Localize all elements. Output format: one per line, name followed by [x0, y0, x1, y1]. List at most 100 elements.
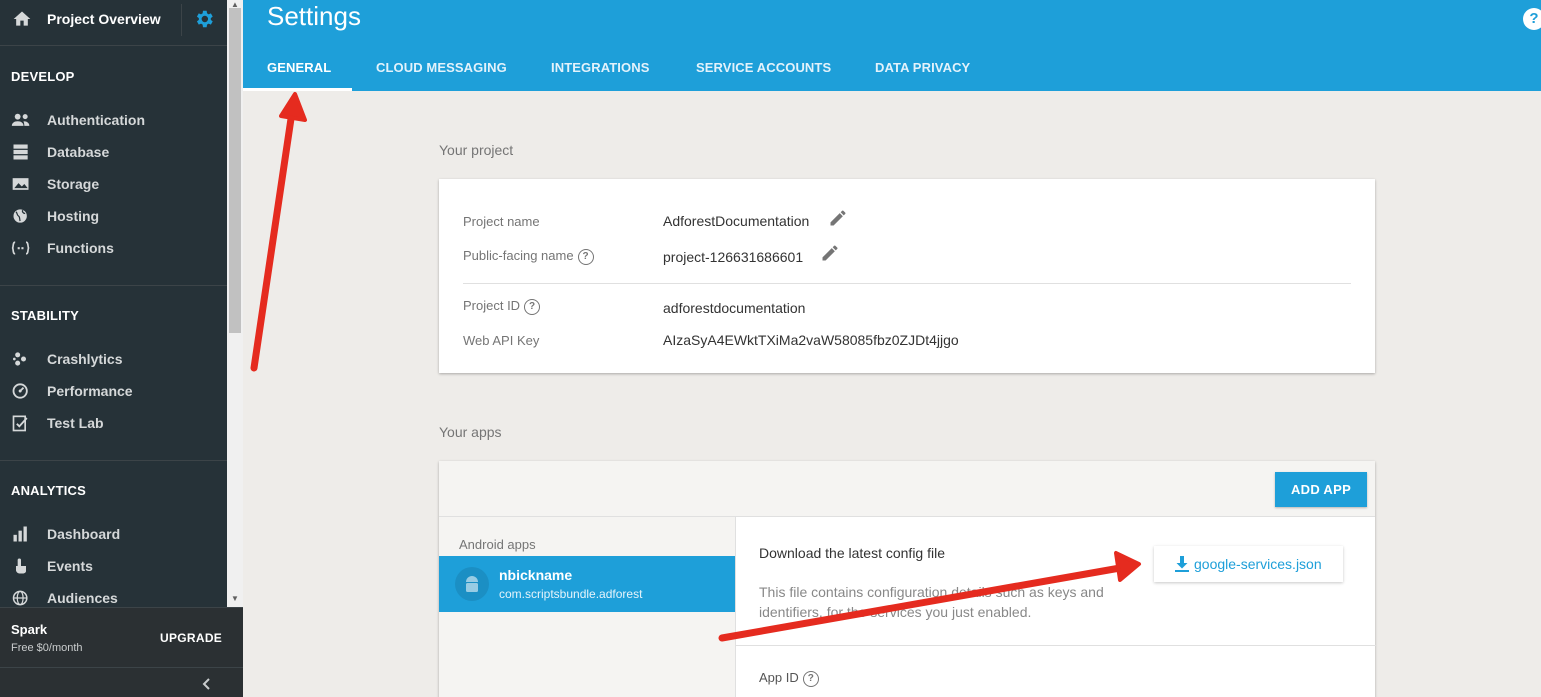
help-circle-icon[interactable]: ? [802, 670, 819, 687]
sidebar-item-test-lab[interactable]: Test Lab [0, 408, 227, 438]
sidebar-item-label: Storage [47, 176, 100, 192]
sidebar-scrollbar[interactable]: ▲ ▼ [227, 0, 243, 607]
section-heading-develop: DEVELOP [11, 69, 75, 84]
web-api-key-key: Web API Key [463, 333, 540, 348]
app-id-key: App ID? [759, 670, 819, 687]
divider [0, 285, 227, 286]
public-name-key-label: Public-facing name [463, 248, 574, 263]
project-id-value: adforestdocumentation [663, 300, 806, 316]
sidebar-item-label: Hosting [47, 208, 100, 224]
upgrade-button[interactable]: UPGRADE [160, 631, 222, 645]
project-name-key: Project name [463, 214, 540, 229]
your-apps-heading: Your apps [439, 424, 502, 440]
home-icon [13, 11, 31, 26]
functions-icon [11, 241, 30, 255]
globe-icon [13, 209, 27, 223]
scroll-down-icon[interactable]: ▼ [227, 594, 243, 604]
crashlytics-icon [13, 352, 26, 366]
divider [181, 4, 182, 36]
divider [0, 460, 227, 461]
sidebar-nav: Project Overview DEVELOP Authentication … [0, 0, 227, 607]
sidebar-item-hosting[interactable]: Hosting [0, 201, 227, 231]
download-description: This file contains configuration details… [759, 584, 1104, 620]
plan-panel: Spark Free $0/month UPGRADE [0, 607, 243, 667]
project-card: Project name AdforestDocumentation Publi… [439, 179, 1375, 373]
edit-icon[interactable] [828, 208, 848, 228]
section-heading-analytics: ANALYTICS [11, 483, 86, 498]
scrollbar-thumb[interactable] [229, 8, 241, 333]
people-icon [11, 113, 30, 126]
database-icon [13, 144, 28, 160]
android-apps-label: Android apps [459, 537, 536, 552]
download-config-button[interactable]: google-services.json [1154, 546, 1343, 582]
sidebar-item-audiences[interactable]: Audiences [0, 583, 227, 607]
section-heading-stability: STABILITY [11, 308, 79, 323]
divider [736, 645, 1376, 646]
tab-general[interactable]: GENERAL [267, 60, 331, 75]
sidebar-item-label: Functions [47, 240, 114, 256]
project-overview-label: Project Overview [47, 11, 161, 27]
sidebar-item-label: Events [47, 558, 93, 574]
annotation-arrow [250, 92, 307, 372]
plan-price: Free $0/month [11, 642, 83, 654]
page-title: Settings [267, 1, 361, 31]
sidebar-item-label: Database [47, 144, 110, 160]
gear-icon[interactable] [193, 8, 215, 30]
edit-icon[interactable] [820, 243, 840, 263]
download-title: Download the latest config file [759, 545, 945, 561]
list-item-selected-app[interactable]: nbickname com.scriptsbundle.adforest [439, 556, 735, 612]
sidebar-item-crashlytics[interactable]: Crashlytics [0, 344, 227, 374]
sidebar-item-authentication[interactable]: Authentication [0, 105, 227, 135]
your-project-heading: Your project [439, 142, 514, 158]
help-icon[interactable]: ? [1523, 8, 1541, 30]
apps-list: Android apps nbickname com.scriptsbundle… [439, 517, 735, 697]
touch-icon [16, 558, 26, 574]
speedometer-icon [12, 383, 28, 399]
sidebar-item-label: Audiences [47, 590, 118, 606]
add-app-button[interactable]: ADD APP [1275, 472, 1367, 507]
public-name-key: Public-facing name? [463, 248, 594, 265]
app-package: com.scriptsbundle.adforest [499, 587, 643, 601]
active-tab-indicator [243, 88, 352, 91]
sidebar-item-events[interactable]: Events [0, 551, 227, 581]
public-name-value: project-126631686601 [663, 249, 804, 265]
tab-cloud-messaging[interactable]: CLOUD MESSAGING [376, 60, 507, 75]
checklist-icon [12, 415, 28, 432]
apps-toolbar: ADD APP [439, 461, 1375, 517]
bar-chart-icon [13, 526, 27, 542]
download-icon [1175, 556, 1189, 572]
tab-integrations[interactable]: INTEGRATIONS [551, 60, 649, 75]
help-circle-icon[interactable]: ? [524, 298, 541, 315]
image-icon [12, 178, 29, 190]
sidebar-item-database[interactable]: Database [0, 137, 227, 167]
chevron-left-icon [202, 678, 210, 690]
tab-data-privacy[interactable]: DATA PRIVACY [875, 60, 970, 75]
apps-card: ADD APP Android apps nbickname com.scrip… [439, 461, 1376, 697]
divider [463, 283, 1351, 284]
settings-header: Settings ? GENERAL CLOUD MESSAGING INTEG… [243, 0, 1541, 91]
project-overview-row[interactable]: Project Overview [0, 0, 227, 46]
app-nickname: nbickname [499, 567, 573, 583]
sidebar-item-functions[interactable]: Functions [0, 233, 227, 263]
collapse-sidebar-button[interactable] [0, 667, 243, 697]
project-id-key: Project ID? [463, 298, 541, 315]
project-id-key-label: Project ID [463, 298, 521, 313]
sidebar-item-storage[interactable]: Storage [0, 169, 227, 199]
help-circle-icon[interactable]: ? [577, 248, 594, 265]
sidebar-item-label: Authentication [47, 112, 145, 128]
sidebar: Project Overview DEVELOP Authentication … [0, 0, 243, 697]
tab-service-accounts[interactable]: SERVICE ACCOUNTS [696, 60, 831, 75]
sidebar-item-label: Test Lab [47, 415, 104, 431]
plan-name: Spark [11, 622, 48, 637]
sidebar-item-label: Performance [47, 383, 133, 399]
globe-icon [12, 590, 28, 606]
app-id-label: App ID [759, 670, 799, 685]
download-button-label: google-services.json [1194, 556, 1322, 572]
web-api-key-value: AIzaSyA4EWktTXiMa2vaW58085fbz0ZJDt4jjgo [663, 332, 959, 348]
sidebar-item-label: Crashlytics [47, 351, 123, 367]
sidebar-item-dashboard[interactable]: Dashboard [0, 519, 227, 549]
android-icon [455, 567, 489, 601]
sidebar-item-label: Dashboard [47, 526, 121, 542]
app-detail: Download the latest config file This fil… [735, 517, 1376, 697]
sidebar-item-performance[interactable]: Performance [0, 376, 227, 406]
